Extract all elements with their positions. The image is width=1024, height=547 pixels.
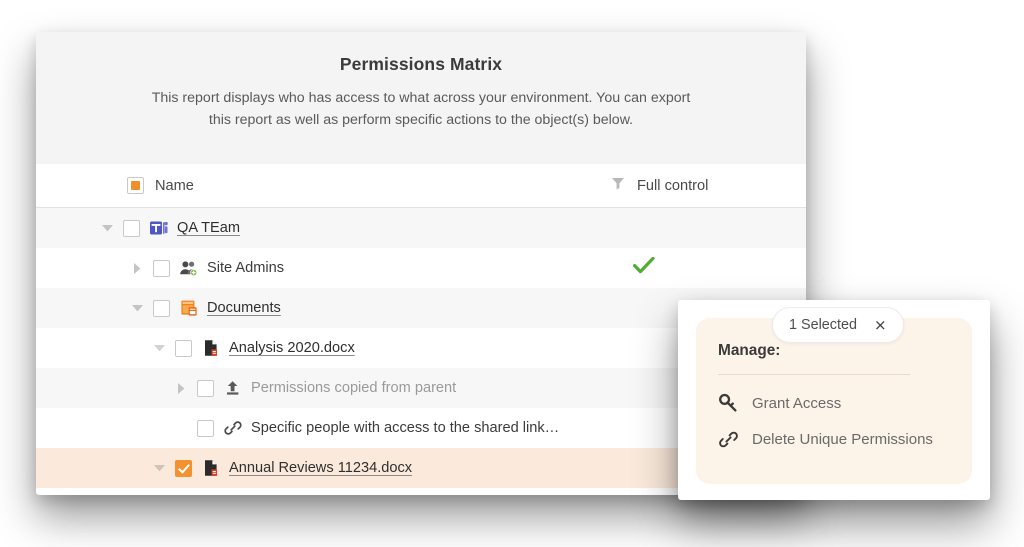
expand-collapse-caret-right-icon[interactable] [128,259,146,277]
row-checkbox[interactable] [175,459,192,477]
row-label[interactable]: Analysis 2020.docx [229,340,355,356]
column-header-name-label: Name [155,177,194,194]
expand-collapse-caret-right-icon[interactable] [172,379,190,397]
row-name-cell: QA TEam [98,218,611,238]
report-header: Permissions Matrix This report displays … [36,32,806,164]
row-name-cell: Specific people with access to the share… [172,418,611,438]
row-label[interactable]: Documents [207,300,281,316]
row-checkbox[interactable] [153,259,170,277]
word-document-icon [201,338,221,358]
link-icon [223,418,243,438]
full-control-check-icon [633,256,655,280]
select-all-checkbox[interactable] [127,177,144,194]
close-icon[interactable]: × [874,317,887,333]
expand-collapse-caret-down-icon[interactable] [98,219,116,237]
divider [718,374,910,375]
page-title: Permissions Matrix [339,54,503,74]
row-name-cell: Annual Reviews 11234.docx [150,458,611,478]
row-label[interactable]: QA TEam [177,220,240,236]
row-full-control-cell [611,256,806,280]
broken-link-icon [718,429,739,450]
row-name-cell: Permissions copied from parent [172,378,611,398]
grant-access-label: Grant Access [752,395,842,412]
row-name-cell: Site Admins [128,258,611,278]
row-checkbox[interactable] [123,219,140,237]
table-header-row: Name Full control [36,164,806,208]
row-label[interactable]: Permissions copied from parent [251,380,456,396]
column-header-name: Name [120,177,611,194]
table-row[interactable]: QA TEam [36,208,806,248]
key-icon [718,393,739,414]
column-header-full-control-label: Full control [637,177,709,194]
expand-collapse-caret-down-icon[interactable] [150,339,168,357]
delete-unique-permissions-label: Delete Unique Permissions [752,431,933,448]
teams-icon [149,218,169,238]
row-checkbox[interactable] [175,339,192,357]
twisty-placeholder [172,419,190,437]
inherit-arrow-icon [223,378,243,398]
row-name-cell: Documents [128,298,611,318]
manage-heading: Manage: [718,342,781,359]
selection-badge: 1 Selected × [772,307,904,343]
document-library-icon [179,298,199,318]
report-description: This report displays who has access to w… [151,90,691,128]
user-group-icon [179,258,199,278]
column-header-full-control: Full control [611,176,806,195]
filter-icon[interactable] [611,176,625,195]
row-checkbox[interactable] [153,299,170,317]
word-document-icon [201,458,221,478]
row-label[interactable]: Site Admins [207,260,284,276]
expand-collapse-caret-down-icon[interactable] [150,459,168,477]
manage-actions-popup: Manage: Grant Access Delete Unique Permi… [678,300,990,500]
row-checkbox[interactable] [197,379,214,397]
grant-access-action[interactable]: Grant Access [718,393,950,414]
table-row[interactable]: Site Admins [36,248,806,288]
expand-collapse-caret-down-icon[interactable] [128,299,146,317]
row-label[interactable]: Specific people with access to the share… [251,420,559,436]
status-badge: 1 Selected [789,317,858,333]
row-checkbox[interactable] [197,419,214,437]
row-name-cell: Analysis 2020.docx [150,338,611,358]
delete-unique-permissions-action[interactable]: Delete Unique Permissions [718,429,950,450]
screenshot-stage: Permissions Matrix This report displays … [0,0,1024,547]
row-label[interactable]: Annual Reviews 11234.docx [229,460,412,476]
